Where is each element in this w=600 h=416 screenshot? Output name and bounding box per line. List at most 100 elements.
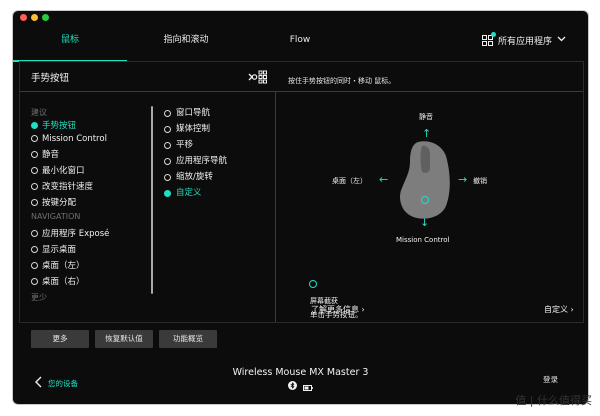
options-window: 鼠标 指向和滚动 Flow 所有应用程序 手势按钮 按住手势按钮的同时・移动 鼠… [13, 11, 588, 404]
arrow-up-icon: ↑ [422, 127, 432, 140]
list-item-label: 最小化窗口 [42, 166, 85, 176]
back-to-devices-link[interactable]: 您的设备 [35, 376, 78, 390]
minimize-window-button[interactable] [31, 14, 38, 21]
list-item-label: 桌面（右） [42, 277, 85, 287]
list-item-label: 显示桌面 [42, 245, 77, 255]
feature-overview-button[interactable]: 功能概览 [159, 330, 217, 348]
option-label: 窗口导航 [176, 108, 211, 118]
watermark: 值 | 什么值得买 [515, 392, 592, 408]
apps-badge-icon [490, 31, 496, 37]
list-item-label: 静音 [42, 150, 60, 160]
gesture-settings-panel: 手势按钮 按住手势按钮的同时・移动 鼠标。 建议 手势按钮 Mission Co… [19, 61, 584, 323]
radio-icon [31, 199, 38, 206]
action-list: 建议 手势按钮 Mission Control 静音 最小化窗口 改变指针速度 … [31, 107, 146, 305]
close-window-button[interactable] [20, 14, 27, 21]
screen-capture-indicator-icon [309, 280, 317, 288]
gesture-map: 静音 ↑ 桌面（左） ← 撤销 → ↓ Mission Control 屏幕截获… [276, 92, 583, 322]
zoom-window-button[interactable] [42, 14, 49, 21]
radio-icon [31, 262, 38, 269]
gesture-right-label[interactable]: 撤销 [473, 176, 487, 186]
panel-title: 手势按钮 [31, 73, 70, 84]
radio-icon [164, 174, 171, 181]
radio-selected-icon [164, 190, 171, 197]
learn-more-link[interactable]: 了解更多信息 › [311, 304, 365, 315]
gesture-options-list: 窗口导航 媒体控制 平移 应用程序导航 缩放/旋转 自定义 [164, 107, 264, 203]
radio-icon [164, 126, 171, 133]
list-item-label: 应用程序 Exposé [42, 229, 110, 239]
chevron-right-icon: › [570, 305, 574, 314]
list-item-minimize-window[interactable]: 最小化窗口 [31, 165, 146, 178]
more-button[interactable]: 更多 [31, 330, 89, 348]
tab-point-scroll[interactable]: 指向和滚动 [127, 28, 245, 62]
list-item-label: Mission Control [42, 134, 107, 144]
gesture-down-label[interactable]: Mission Control [396, 236, 449, 244]
device-status [213, 381, 388, 394]
radio-icon [164, 158, 171, 165]
device-name: Wireless Mouse MX Master 3 [232, 367, 369, 378]
list-item-key-assignment[interactable]: 按键分配 [31, 197, 146, 210]
show-less-link[interactable]: 更少 [31, 292, 146, 305]
gesture-left-label[interactable]: 桌面（左） [332, 176, 367, 186]
radio-selected-icon [31, 122, 38, 129]
radio-icon [31, 278, 38, 285]
list-item-label: 桌面（左） [42, 261, 85, 271]
option-custom[interactable]: 自定义 [164, 187, 264, 203]
list-item-gesture-button[interactable]: 手势按钮 [31, 120, 146, 133]
option-media-control[interactable]: 媒体控制 [164, 123, 264, 139]
apps-grid-icon [481, 31, 496, 46]
bottom-bar: 您的设备 Wireless Mouse MX Master 3 登录 [13, 354, 588, 404]
option-label: 平移 [176, 140, 194, 150]
list-item-pointer-speed[interactable]: 改变指针速度 [31, 181, 146, 194]
list-item-label: 手势按钮 [42, 121, 77, 131]
option-window-navigation[interactable]: 窗口导航 [164, 107, 264, 123]
arrow-right-icon: → [458, 173, 468, 186]
radio-icon [31, 151, 38, 158]
restore-defaults-button[interactable]: 恢复默认值 [95, 330, 153, 348]
option-zoom-rotate[interactable]: 缩放/旋转 [164, 171, 264, 187]
customize-link[interactable]: 自定义 › [544, 304, 574, 315]
gesture-up-label[interactable]: 静音 [419, 112, 433, 122]
radio-icon [31, 246, 38, 253]
tab-mouse[interactable]: 鼠标 [13, 28, 127, 62]
all-applications-dropdown[interactable]: 所有应用程序 [481, 28, 566, 52]
tab-point-scroll-label: 指向和滚动 [163, 35, 209, 45]
panel-description: 按住手势按钮的同时・移动 鼠标。 [288, 77, 396, 85]
bluetooth-icon [288, 381, 297, 390]
chevron-down-icon [557, 35, 566, 45]
chevron-right-icon: › [361, 305, 365, 314]
option-pan[interactable]: 平移 [164, 139, 264, 155]
option-label: 应用程序导航 [176, 156, 228, 166]
login-button[interactable]: 登录 [543, 374, 558, 385]
list-scrollbar[interactable] [151, 106, 153, 294]
gesture-click-marker-icon [421, 196, 429, 204]
group-suggestions-heading: 建议 [31, 108, 47, 117]
list-item-mute[interactable]: 静音 [31, 149, 146, 162]
list-item-mission-control[interactable]: Mission Control [31, 133, 146, 146]
mouse-image [396, 140, 454, 226]
option-label: 缩放/旋转 [176, 172, 213, 182]
gesture-button-icon [248, 69, 268, 88]
radio-icon [164, 110, 171, 117]
tab-flow[interactable]: Flow [245, 28, 355, 62]
learn-more-label: 了解更多信息 [311, 305, 359, 314]
radio-icon [31, 135, 38, 142]
battery-icon [303, 383, 313, 394]
tab-flow-label: Flow [289, 35, 311, 45]
device-info: Wireless Mouse MX Master 3 [213, 367, 388, 394]
option-label: 媒体控制 [176, 124, 211, 134]
radio-icon [31, 167, 38, 174]
list-item-app-expose[interactable]: 应用程序 Exposé [31, 228, 146, 241]
option-app-navigation[interactable]: 应用程序导航 [164, 155, 264, 171]
list-item-desktop-right[interactable]: 桌面（右） [31, 276, 146, 289]
title-bar [13, 11, 588, 25]
radio-icon [164, 142, 171, 149]
arrow-left-icon: ← [379, 173, 389, 186]
list-item-show-desktop[interactable]: 显示桌面 [31, 244, 146, 257]
list-item-desktop-left[interactable]: 桌面（左） [31, 260, 146, 273]
list-item-label: 按键分配 [42, 198, 77, 208]
radio-icon [31, 183, 38, 190]
group-navigation-heading: NAVIGATION [31, 212, 81, 221]
all-applications-label: 所有应用程序 [497, 36, 552, 47]
watermark-text: 值 | 什么值得买 [515, 394, 592, 407]
option-label: 自定义 [176, 188, 202, 198]
